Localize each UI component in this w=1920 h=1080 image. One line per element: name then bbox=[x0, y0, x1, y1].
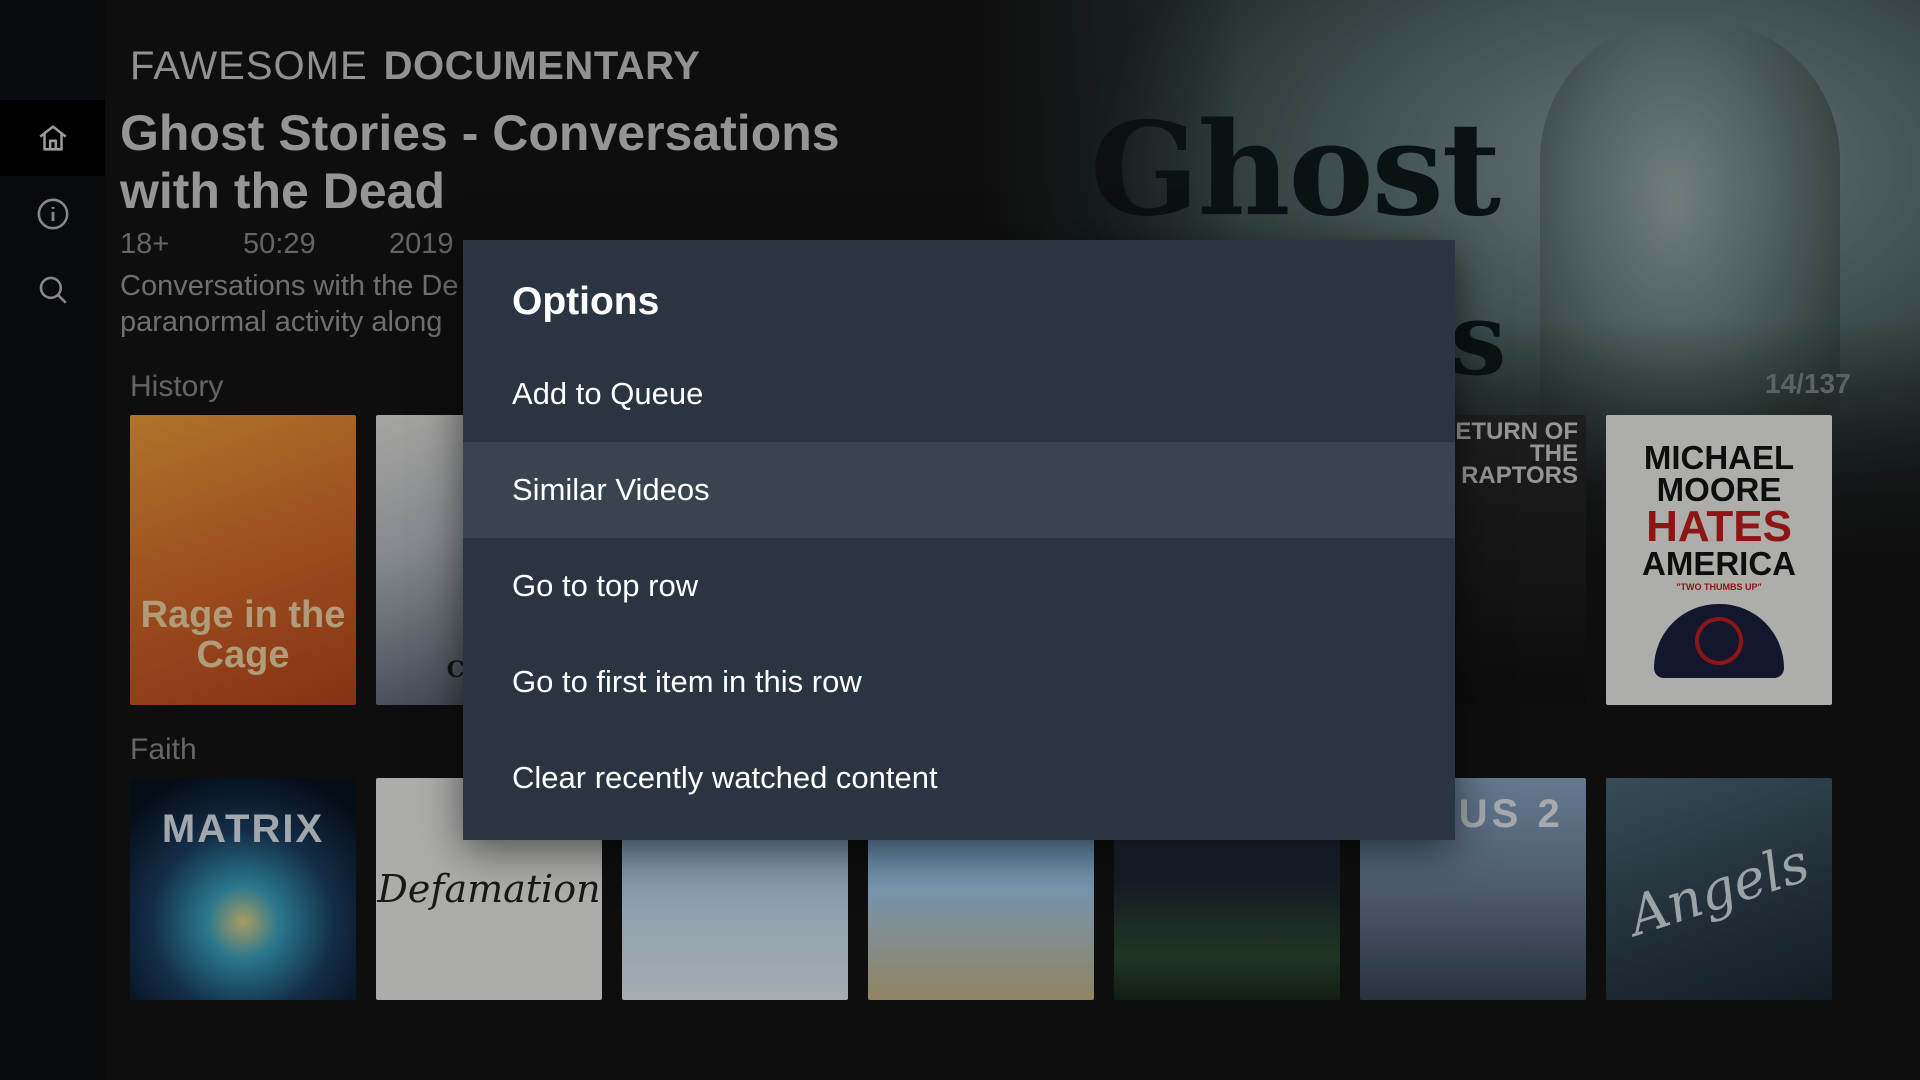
option-go-to-first-item[interactable]: Go to first item in this row bbox=[463, 634, 1455, 730]
option-go-to-top-row[interactable]: Go to top row bbox=[463, 538, 1455, 634]
option-add-to-queue[interactable]: Add to Queue bbox=[463, 346, 1455, 442]
options-dialog: Options Add to Queue Similar Videos Go t… bbox=[463, 240, 1455, 840]
option-clear-recently-watched[interactable]: Clear recently watched content bbox=[463, 730, 1455, 826]
option-similar-videos[interactable]: Similar Videos bbox=[463, 442, 1455, 538]
dialog-title: Options bbox=[512, 280, 660, 323]
